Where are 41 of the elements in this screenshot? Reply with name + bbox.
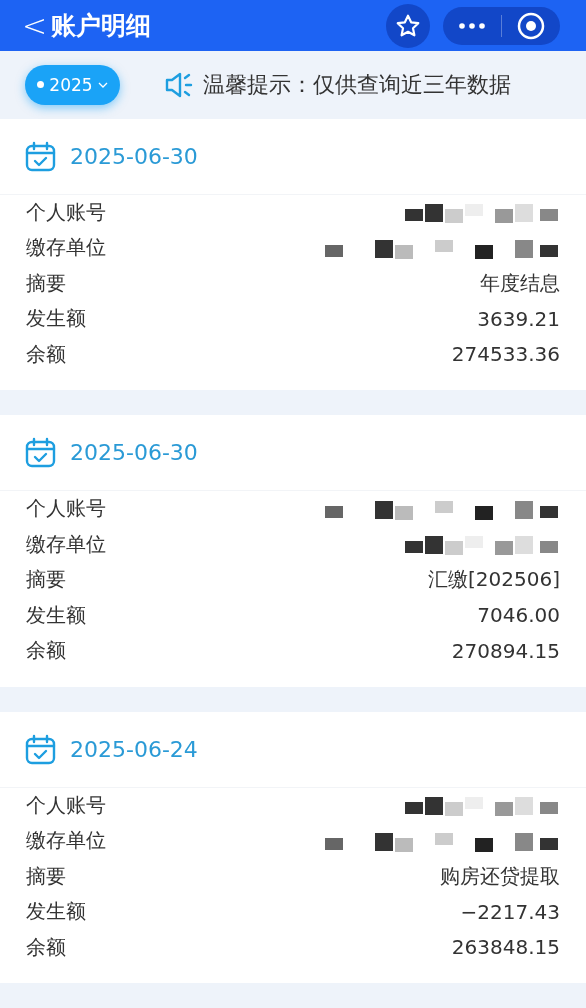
field-label: 个人账号 — [26, 791, 106, 819]
field-value: 274533.36 — [451, 342, 560, 367]
back-button[interactable]: < — [22, 10, 48, 41]
notice-text: 温馨提示：仅供查询近三年数据 — [203, 70, 511, 99]
field-label: 余额 — [26, 340, 66, 368]
record-date: 2025-06-30 — [70, 440, 198, 465]
field-label: 发生额 — [26, 601, 86, 629]
field-label: 缴存单位 — [26, 234, 106, 262]
field-value: 263848.15 — [451, 935, 560, 960]
calendar-icon — [25, 437, 56, 468]
field-value: 年度结息 — [480, 269, 560, 297]
field-label: 发生额 — [26, 898, 86, 926]
field-label: 个人账号 — [26, 198, 106, 226]
field-label: 缴存单位 — [26, 530, 106, 558]
field-label: 余额 — [26, 637, 66, 665]
field-value: 购房还贷提取 — [440, 862, 560, 890]
calendar-icon — [25, 140, 56, 172]
field-label: 摘要 — [26, 862, 66, 890]
calendar-icon — [25, 733, 56, 765]
field-label: 余额 — [26, 933, 66, 961]
star-icon — [395, 12, 421, 39]
field-value: 7046.00 — [477, 603, 560, 628]
chevron-down-icon — [97, 81, 108, 88]
field-value: 270894.15 — [451, 638, 560, 663]
field-label: 缴存单位 — [26, 827, 106, 855]
favorite-button[interactable] — [386, 3, 430, 48]
more-icon — [459, 22, 485, 29]
record-date: 2025-06-24 — [70, 736, 198, 762]
page-title: 账户明细 — [51, 10, 153, 42]
target-icon — [517, 11, 545, 40]
field-label: 摘要 — [26, 269, 66, 297]
field-value: 3639.21 — [477, 306, 560, 331]
record-date: 2025-06-30 — [70, 143, 198, 169]
year-dropdown[interactable]: 2025 — [25, 64, 120, 105]
dot-icon — [37, 81, 45, 89]
field-value: 汇缴[202506] — [428, 566, 560, 594]
speaker-icon — [165, 71, 193, 98]
field-label: 摘要 — [26, 566, 66, 594]
field-value: −2217.43 — [460, 899, 560, 924]
field-label: 个人账号 — [26, 495, 106, 523]
field-label: 发生额 — [26, 305, 86, 333]
